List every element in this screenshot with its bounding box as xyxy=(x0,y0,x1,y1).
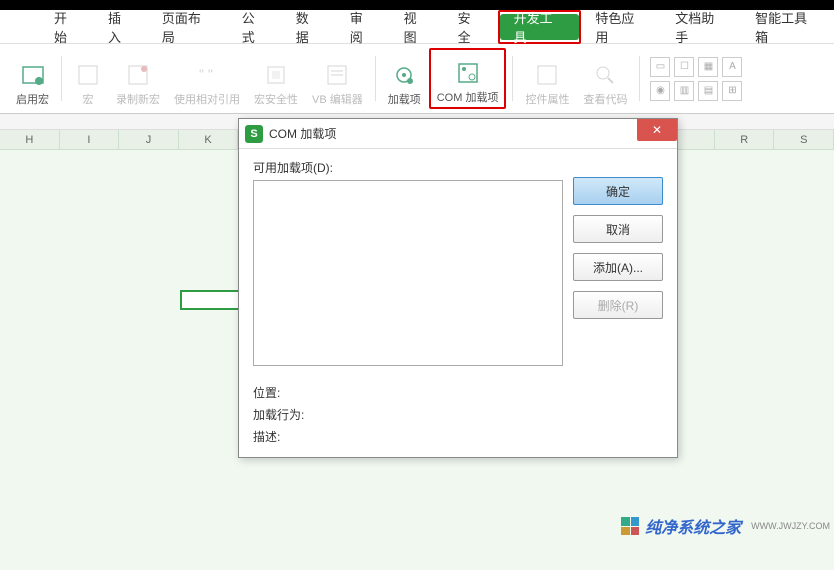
macro-label: 宏 xyxy=(83,91,94,107)
control-props-label: 控件属性 xyxy=(525,91,569,107)
control-item[interactable]: ▭ xyxy=(650,57,670,77)
load-behavior-label: 加载行为: xyxy=(253,404,663,426)
enable-macro-icon xyxy=(19,61,47,89)
selected-cell[interactable] xyxy=(180,290,240,310)
tab-data[interactable]: 数据 xyxy=(282,10,336,44)
svg-text:" ": " " xyxy=(199,66,213,82)
watermark-logo-icon xyxy=(621,517,639,535)
control-item[interactable]: ▥ xyxy=(674,81,694,101)
col-header[interactable]: S xyxy=(774,130,834,150)
tab-special[interactable]: 特色应用 xyxy=(581,10,661,44)
control-item[interactable]: ☐ xyxy=(674,57,694,77)
macro-button[interactable]: 宏 xyxy=(68,48,108,109)
watermark-text: 纯净系统之家 xyxy=(645,514,741,538)
record-macro-button[interactable]: 录制新宏 xyxy=(110,48,166,109)
record-macro-icon xyxy=(124,61,152,89)
tab-dochelper[interactable]: 文档助手 xyxy=(661,10,741,44)
tab-developer[interactable]: 开发工具 xyxy=(500,14,580,40)
com-addins-icon xyxy=(454,59,482,87)
tab-start[interactable]: 开始 xyxy=(40,10,94,44)
col-header[interactable]: I xyxy=(60,130,120,150)
vb-editor-label: VB 编辑器 xyxy=(312,91,363,107)
addins-listbox[interactable] xyxy=(253,180,563,366)
control-toolbox: ▭ ☐ ▦ A ◉ ▥ ▤ ⊞ xyxy=(646,48,766,109)
com-addins-button[interactable]: COM 加载项 xyxy=(429,48,507,109)
tab-review[interactable]: 审阅 xyxy=(336,10,390,44)
addins-button[interactable]: 加载项 xyxy=(382,48,427,109)
tab-security[interactable]: 安全 xyxy=(444,10,498,44)
remove-button: 删除(R) xyxy=(573,291,663,319)
gear-icon xyxy=(390,61,418,89)
control-item[interactable]: ▤ xyxy=(698,81,718,101)
ribbon-tabs: 开始 插入 页面布局 公式 数据 审阅 视图 安全 开发工具 特色应用 文档助手… xyxy=(0,10,834,44)
vb-editor-button[interactable]: VB 编辑器 xyxy=(306,48,369,109)
com-addins-label: COM 加载项 xyxy=(437,89,499,105)
col-header[interactable]: R xyxy=(715,130,775,150)
relative-ref-button[interactable]: " " 使用相对引用 xyxy=(168,48,246,109)
properties-icon xyxy=(533,61,561,89)
control-item[interactable]: ▦ xyxy=(698,57,718,77)
macro-icon xyxy=(74,61,102,89)
macro-security-label: 宏安全性 xyxy=(254,91,298,107)
ok-button[interactable]: 确定 xyxy=(573,177,663,205)
magnify-icon xyxy=(591,61,619,89)
tab-smarttools[interactable]: 智能工具箱 xyxy=(741,10,834,44)
tab-view[interactable]: 视图 xyxy=(390,10,444,44)
watermark: 纯净系统之家 WWW.JWJZY.COM xyxy=(621,514,830,538)
control-item[interactable]: ⊞ xyxy=(722,81,742,101)
add-button[interactable]: 添加(A)... xyxy=(573,253,663,281)
col-header[interactable]: J xyxy=(119,130,179,150)
dialog-info: 位置: 加载行为: 描述: xyxy=(239,376,677,454)
watermark-url: WWW.JWJZY.COM xyxy=(751,521,830,531)
addins-label: 加载项 xyxy=(388,91,421,107)
ribbon: 启用宏 宏 录制新宏 " " 使用相对引用 宏安全性 VB 编辑器 加载项 CO… xyxy=(0,44,834,114)
dialog-title: COM 加载项 xyxy=(269,125,336,142)
record-macro-label: 录制新宏 xyxy=(116,91,160,107)
com-addins-dialog: S COM 加载项 ✕ 可用加载项(D): 确定 取消 添加(A)... 删除(… xyxy=(238,118,678,458)
view-code-label: 查看代码 xyxy=(583,91,627,107)
tab-insert[interactable]: 插入 xyxy=(94,10,148,44)
control-item[interactable]: A xyxy=(722,57,742,77)
view-code-button[interactable]: 查看代码 xyxy=(577,48,633,109)
tab-layout[interactable]: 页面布局 xyxy=(148,10,228,44)
app-logo-icon: S xyxy=(245,125,263,143)
relative-ref-icon: " " xyxy=(193,61,221,89)
close-button[interactable]: ✕ xyxy=(637,119,677,141)
description-label: 描述: xyxy=(253,426,663,448)
col-header[interactable]: H xyxy=(0,130,60,150)
location-label: 位置: xyxy=(253,382,663,404)
enable-macro-button[interactable]: 启用宏 xyxy=(10,48,55,109)
relative-ref-label: 使用相对引用 xyxy=(174,91,240,107)
col-header[interactable]: K xyxy=(179,130,239,150)
highlight-dev-tab: 开发工具 xyxy=(498,10,582,44)
available-addins-label: 可用加载项(D): xyxy=(253,159,563,176)
cancel-button[interactable]: 取消 xyxy=(573,215,663,243)
control-props-button[interactable]: 控件属性 xyxy=(519,48,575,109)
vb-editor-icon xyxy=(323,61,351,89)
enable-macro-label: 启用宏 xyxy=(16,91,49,107)
dialog-titlebar[interactable]: S COM 加载项 ✕ xyxy=(239,119,677,149)
tab-formula[interactable]: 公式 xyxy=(228,10,282,44)
shield-icon xyxy=(262,61,290,89)
macro-security-button[interactable]: 宏安全性 xyxy=(248,48,304,109)
control-item[interactable]: ◉ xyxy=(650,81,670,101)
